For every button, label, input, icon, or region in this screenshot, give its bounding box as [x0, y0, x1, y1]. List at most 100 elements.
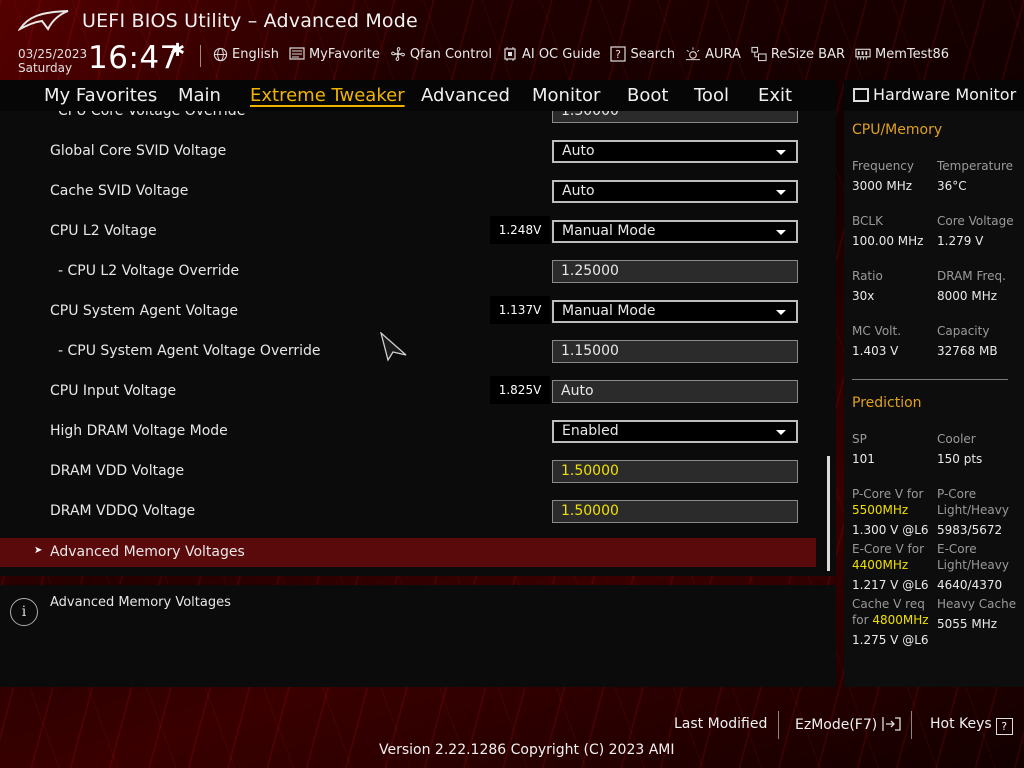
setting-row[interactable]: Global Core SVID Voltage Auto [0, 133, 816, 173]
setting-row[interactable]: - CPU System Agent Voltage Override 1.15… [0, 333, 816, 373]
cache-v-freq: 4800MHz [872, 613, 929, 627]
tab-extreme-tweaker[interactable]: Extreme Tweaker [250, 85, 405, 106]
chevron-down-icon [776, 190, 786, 195]
pcore-v-freq: 5500MHz [852, 503, 909, 517]
hot-keys-button[interactable]: Hot Keys? [930, 716, 1013, 735]
help-key-icon: ? [995, 718, 1013, 735]
setting-dropdown[interactable]: Auto [552, 140, 798, 163]
svg-text:?: ? [616, 48, 622, 61]
setting-row[interactable]: - CPU L2 Voltage Override 1.25000 [0, 253, 816, 293]
myfavorite-label: MyFavorite [308, 46, 380, 62]
core-voltage-label: Core Voltage [937, 214, 1014, 228]
ecore-lh-label: E-Core [937, 542, 977, 556]
heavy-cache-value: 5055 MHz [937, 617, 998, 631]
tab-boot[interactable]: Boot [627, 85, 668, 106]
setting-label: DRAM VDDQ Voltage [50, 503, 196, 519]
clock: 16:47 [88, 40, 180, 76]
voltage-reading: 1.248V [490, 216, 550, 244]
search-icon: ? [610, 46, 627, 62]
pcore-lh-label-2: Light/Heavy [937, 503, 1009, 517]
chevron-down-icon [776, 230, 786, 235]
memtest86-label: MemTest86 [875, 46, 950, 62]
setting-row[interactable]: DRAM VDDQ Voltage 1.50000 [0, 493, 816, 533]
divider [911, 711, 912, 739]
qfan-control-button[interactable]: Qfan Control [390, 46, 492, 62]
ratio-value: 30x [852, 289, 875, 303]
memtest86-button[interactable]: MemTest86 [855, 46, 949, 62]
cooler-label: Cooler [937, 432, 976, 446]
setting-value-field[interactable]: 1.30000 [552, 111, 798, 123]
setting-label: DRAM VDD Voltage [50, 463, 185, 479]
last-modified-button[interactable]: Last Modified [674, 716, 767, 732]
dram-freq-value: 8000 MHz [937, 289, 998, 303]
tab-advanced[interactable]: Advanced [421, 85, 510, 106]
setting-label: CPU Core Voltage Override [58, 111, 246, 119]
setting-row[interactable]: CPU L2 Voltage 1.248V Manual Mode [0, 213, 816, 253]
header: UEFI BIOS Utility – Advanced Mode 03/25/… [0, 0, 1024, 80]
prediction-heading: Prediction [852, 395, 922, 411]
tab-tool[interactable]: Tool [694, 85, 729, 106]
bclk-label: BCLK [852, 214, 883, 228]
search-button[interactable]: ? Search [610, 46, 675, 62]
hardware-monitor-title: Hardware Monitor [873, 85, 1017, 104]
tab-exit[interactable]: Exit [758, 85, 792, 106]
toolbar: English MyFavorite Qfan Control AI OC Gu… [212, 46, 959, 62]
setting-dropdown[interactable]: Manual Mode [552, 220, 798, 243]
app-title: UEFI BIOS Utility – Advanced Mode [82, 10, 418, 32]
setting-row[interactable]: Cache SVID Voltage Auto [0, 173, 816, 213]
fan-icon [390, 46, 406, 62]
cache-v-value: 1.275 V @L6 [852, 633, 929, 647]
resize-bar-icon [751, 46, 767, 62]
setting-label: Global Core SVID Voltage [50, 143, 227, 159]
setting-value-field[interactable]: 1.50000 [552, 500, 798, 523]
hot-keys-label: Hot Keys [930, 716, 992, 732]
aura-button[interactable]: AURA [685, 46, 741, 62]
setting-value-field[interactable]: Auto [552, 380, 798, 403]
setting-dropdown[interactable]: Enabled [552, 420, 798, 443]
sp-value: 101 [852, 452, 875, 466]
setting-row[interactable]: DRAM VDD Voltage 1.50000 [0, 453, 816, 493]
setting-row[interactable]: CPU Core Voltage Override 1.30000 [0, 111, 816, 133]
heavy-cache-label: Heavy Cache [937, 597, 1017, 611]
setting-label: CPU L2 Voltage [50, 223, 157, 239]
exit-arrow-icon [882, 716, 902, 736]
qfan-control-label: Qfan Control [409, 46, 492, 62]
chevron-down-icon [776, 310, 786, 315]
aura-label: AURA [705, 46, 741, 62]
clock-settings-icon[interactable]: ✱ [170, 40, 185, 61]
ecore-v-value: 1.217 V @L6 [852, 578, 929, 592]
setting-value-field[interactable]: 1.15000 [552, 340, 798, 363]
favorite-icon [289, 46, 305, 62]
language-button[interactable]: English [212, 46, 279, 62]
tab-monitor[interactable]: Monitor [532, 85, 600, 106]
help-text: Advanced Memory Voltages [50, 595, 231, 610]
submenu-advanced-memory-voltages[interactable]: ➤ Advanced Memory Voltages [0, 538, 816, 567]
chevron-down-icon [776, 430, 786, 435]
setting-value-field[interactable]: 1.50000 [552, 460, 798, 483]
ecore-lh-label-2: Light/Heavy [937, 558, 1009, 572]
resize-bar-button[interactable]: ReSize BAR [751, 46, 845, 62]
temperature-label: Temperature [937, 159, 1014, 173]
tab-main[interactable]: Main [178, 85, 221, 106]
setting-label: CPU System Agent Voltage [50, 303, 238, 319]
ratio-label: Ratio [852, 269, 883, 283]
ecore-v-freq: 4400MHz [852, 558, 909, 572]
setting-row[interactable]: CPU System Agent Voltage 1.137V Manual M… [0, 293, 816, 333]
setting-value-field[interactable]: 1.25000 [552, 260, 798, 283]
ecore-v-label: E-Core V for [852, 542, 925, 556]
setting-row[interactable]: CPU Input Voltage 1.825V Auto [0, 373, 816, 413]
myfavorite-button[interactable]: MyFavorite [289, 46, 380, 62]
scrollbar-thumb[interactable] [827, 456, 830, 571]
setting-dropdown[interactable]: Manual Mode [552, 300, 798, 323]
mc-volt-value: 1.403 V [852, 344, 899, 358]
ezmode-button[interactable]: EzMode(F7) [795, 716, 902, 736]
sp-label: SP [852, 432, 867, 446]
dropdown-value: Auto [562, 183, 595, 199]
dropdown-value: Enabled [562, 423, 619, 439]
setting-label: Cache SVID Voltage [50, 183, 189, 199]
setting-row[interactable]: High DRAM Voltage Mode Enabled [0, 413, 816, 453]
setting-dropdown[interactable]: Auto [552, 180, 798, 203]
tab-my-favorites[interactable]: My Favorites [44, 85, 157, 106]
date: 03/25/2023 [18, 47, 88, 61]
ai-oc-guide-button[interactable]: AI OC Guide [502, 46, 600, 62]
